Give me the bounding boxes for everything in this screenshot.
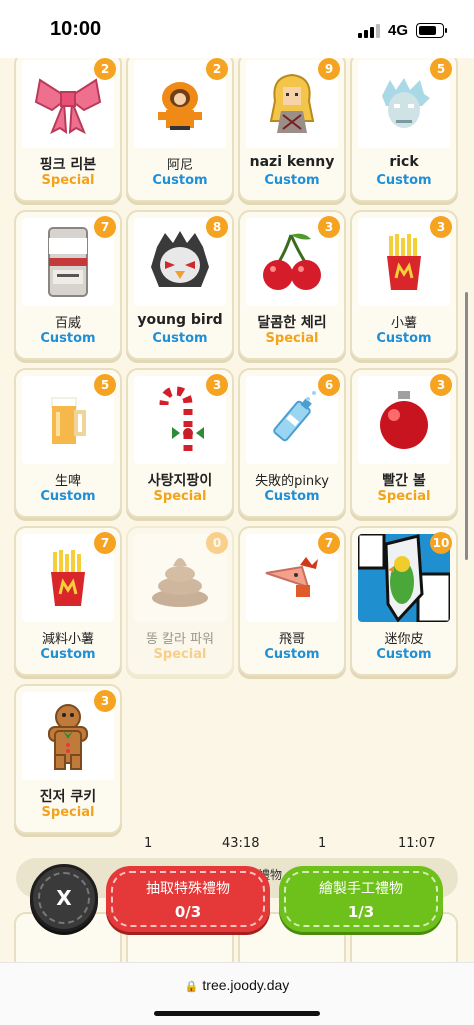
draw-special-count: 0/3 xyxy=(174,902,202,921)
count-badge: 7 xyxy=(94,216,116,238)
gift-card[interactable]: 10 迷你皮 Custom xyxy=(350,526,458,676)
gift-type: Custom xyxy=(376,647,432,662)
gift-name: 빨간 볼 xyxy=(382,473,426,489)
gift-card[interactable]: 2 핑크 리본 Special xyxy=(14,52,122,202)
gift-type: Custom xyxy=(152,173,208,188)
draw-custom-gift-button[interactable]: 繪製手工禮物 1/3 xyxy=(279,866,443,932)
gift-type: Custom xyxy=(376,173,432,188)
signal-icon xyxy=(357,23,380,38)
gift-name: nazi kenny xyxy=(249,154,335,170)
gift-card[interactable]: 3 小薯 Custom xyxy=(350,210,458,360)
gift-name: 生啤 xyxy=(54,474,81,489)
gift-name: 失敗的pinky xyxy=(255,474,329,489)
count-badge: 3 xyxy=(318,216,340,238)
count-badge: 2 xyxy=(206,58,228,80)
gift-type: Custom xyxy=(40,489,96,504)
timer-count-right: 1 xyxy=(318,836,327,851)
timer-time-left: 43:18 xyxy=(222,836,260,851)
gift-name: 사탕지팡이 xyxy=(147,473,213,489)
gift-name: 飛哥 xyxy=(278,632,305,647)
count-badge: 5 xyxy=(94,374,116,396)
url-display[interactable]: 🔒 tree.joody.day xyxy=(0,977,474,993)
battery-icon xyxy=(416,23,447,38)
gift-card[interactable]: 8 young bird Custom xyxy=(126,210,234,360)
gift-card[interactable]: 2 阿尼 Custom xyxy=(126,52,234,202)
count-badge: 6 xyxy=(318,374,340,396)
gift-name: 똥 칼라 파워 xyxy=(145,632,215,647)
count-badge: 3 xyxy=(430,374,452,396)
count-badge: 7 xyxy=(94,532,116,554)
status-icons: 4G xyxy=(357,22,447,39)
gift-type: Special xyxy=(41,805,95,820)
count-badge: 3 xyxy=(430,216,452,238)
count-badge: 3 xyxy=(206,374,228,396)
close-icon: X xyxy=(56,886,72,910)
gift-card[interactable]: 3 사탕지팡이 Special xyxy=(126,368,234,518)
gift-type: Custom xyxy=(376,331,432,346)
gift-name: 핑크 리본 xyxy=(39,157,97,173)
url-text: tree.joody.day xyxy=(202,977,290,993)
gift-card[interactable]: 3 진저 쿠키 Special xyxy=(14,684,122,834)
gift-type: Special xyxy=(265,331,319,346)
gift-name: 진저 쿠키 xyxy=(39,789,97,805)
gift-name: rick xyxy=(389,154,419,170)
gift-type: Special xyxy=(41,173,95,188)
gift-card[interactable]: 7 百威 Custom xyxy=(14,210,122,360)
count-badge: 3 xyxy=(94,690,116,712)
count-badge: 7 xyxy=(318,532,340,554)
gift-type: Custom xyxy=(264,647,320,662)
home-indicator[interactable] xyxy=(154,1011,320,1016)
timer-time-right: 11:07 xyxy=(398,836,436,851)
count-badge: 9 xyxy=(318,58,340,80)
count-badge: 2 xyxy=(94,58,116,80)
gift-name: 小薯 xyxy=(390,316,417,331)
browser-url-bar[interactable]: 🔒 tree.joody.day xyxy=(0,962,474,1025)
gift-card[interactable]: 6 失敗的pinky Custom xyxy=(238,368,346,518)
count-badge: 5 xyxy=(430,58,452,80)
gift-card[interactable]: 5 rick Custom xyxy=(350,52,458,202)
lock-icon: 🔒 xyxy=(184,981,199,993)
gift-name: 百威 xyxy=(54,316,81,331)
status-time: 10:00 xyxy=(50,18,102,40)
gift-name: 迷你皮 xyxy=(384,632,424,647)
gift-name: 阿尼 xyxy=(166,158,193,173)
timer-count-left: 1 xyxy=(144,836,153,851)
cooldown-timers: 1 43:18 1 11:07 xyxy=(0,836,474,856)
draw-special-gift-button[interactable]: 抽取特殊禮物 0/3 xyxy=(106,866,270,932)
gift-type: Custom xyxy=(40,647,96,662)
gift-card[interactable]: 7 飛哥 Custom xyxy=(238,526,346,676)
draw-custom-count: 1/3 xyxy=(347,902,375,921)
gift-type: Custom xyxy=(264,173,320,188)
gift-card[interactable]: 7 減料小薯 Custom xyxy=(14,526,122,676)
gift-card[interactable]: 3 빨간 볼 Special xyxy=(350,368,458,518)
gift-name: young bird xyxy=(137,312,223,328)
draw-custom-label: 繪製手工禮物 xyxy=(319,880,403,897)
count-badge: 10 xyxy=(430,532,452,554)
gift-card[interactable]: 5 生啤 Custom xyxy=(14,368,122,518)
draw-special-label: 抽取特殊禮物 xyxy=(146,880,230,897)
close-button[interactable]: X xyxy=(30,864,98,932)
gift-card[interactable]: 3 달콤한 체리 Special xyxy=(238,210,346,360)
gift-type: Custom xyxy=(152,331,208,346)
gift-type: Custom xyxy=(40,331,96,346)
count-badge: 8 xyxy=(206,216,228,238)
count-badge: 0 xyxy=(206,532,228,554)
status-bar: 10:00 4G xyxy=(0,0,474,58)
scrollbar[interactable] xyxy=(465,292,468,560)
gift-name: 달콤한 체리 xyxy=(257,315,327,331)
gift-type: Special xyxy=(153,489,207,504)
gift-type: Special xyxy=(377,489,431,504)
network-label: 4G xyxy=(387,22,408,39)
gift-type: Special xyxy=(153,647,207,662)
gift-name: 減料小薯 xyxy=(41,632,94,647)
gift-card[interactable]: 0 똥 칼라 파워 Special xyxy=(126,526,234,676)
gift-type: Custom xyxy=(264,489,320,504)
gift-card[interactable]: 9 nazi kenny Custom xyxy=(238,52,346,202)
